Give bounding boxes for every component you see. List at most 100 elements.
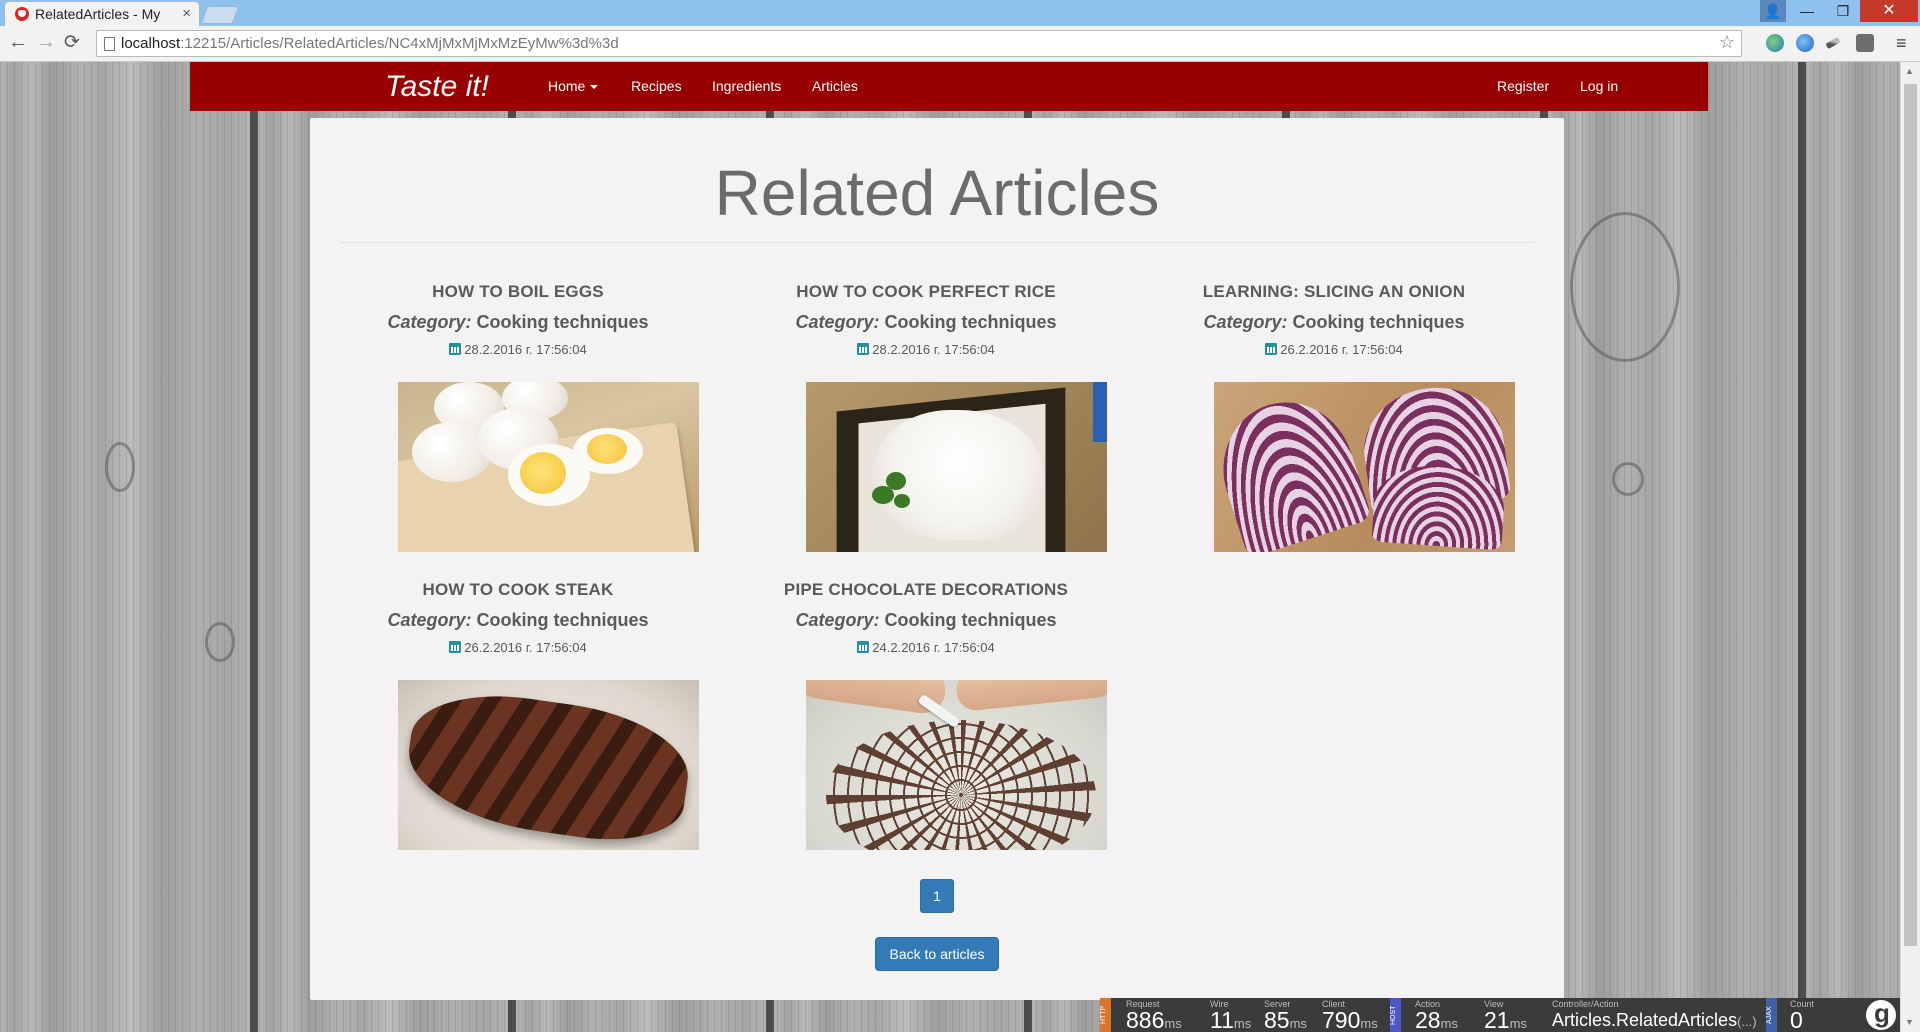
nav-ingredients[interactable]: Ingredients xyxy=(712,78,781,94)
date-value: 26.2.2016 г. 17:56:04 xyxy=(1280,342,1403,357)
date-value: 26.2.2016 г. 17:56:04 xyxy=(464,640,587,655)
article-title-link[interactable]: HOW TO COOK PERFECT RICE xyxy=(761,282,1091,304)
category-value: Cooking techniques xyxy=(476,610,649,630)
angular-extension-icon[interactable] xyxy=(1856,34,1874,52)
category-value: Cooking techniques xyxy=(476,312,649,332)
article-date: 24.2.2016 г. 17:56:04 xyxy=(761,640,1091,655)
steak-image[interactable] xyxy=(398,680,699,850)
scroll-up-icon[interactable]: ▲ xyxy=(1905,66,1914,76)
back-to-articles-button[interactable]: Back to articles xyxy=(875,937,999,971)
scroll-thumb[interactable] xyxy=(1904,84,1917,946)
article-card: HOW TO COOK PERFECT RICE Category: Cooki… xyxy=(761,282,1107,552)
user-profile-icon[interactable]: 👤 xyxy=(1760,0,1786,22)
server-metric[interactable]: Server 85ms xyxy=(1264,999,1307,1032)
globe-extension-icon[interactable] xyxy=(1766,34,1784,52)
steak-shape xyxy=(400,683,696,850)
browser-titlebar: RelatedArticles - My × 👤 — ❐ ✕ xyxy=(0,0,1920,26)
article-title-link[interactable]: LEARNING: SLICING AN ONION xyxy=(1169,282,1499,304)
boiled-eggs-image[interactable] xyxy=(398,382,699,552)
nav-register[interactable]: Register xyxy=(1497,78,1549,94)
blue-cloth-shape xyxy=(1093,382,1107,442)
nav-login[interactable]: Log in xyxy=(1580,78,1618,94)
category-label: Category: xyxy=(387,610,472,630)
content-panel: Related Articles HOW TO BOIL EGGS Catego… xyxy=(310,118,1564,1000)
article-date: 26.2.2016 г. 17:56:04 xyxy=(1169,342,1499,357)
minimize-icon[interactable]: — xyxy=(1790,0,1824,22)
count-value: 0 xyxy=(1790,1007,1803,1032)
calendar-icon xyxy=(1265,343,1278,355)
category-label: Category: xyxy=(387,312,472,332)
action-value: 28 xyxy=(1415,1007,1441,1032)
category-label: Category: xyxy=(795,610,880,630)
nav-home[interactable]: Home xyxy=(548,78,599,94)
bookmark-star-icon[interactable]: ☆ xyxy=(1719,32,1735,53)
article-title-link[interactable]: HOW TO BOIL EGGS xyxy=(353,282,683,304)
browser-menu-icon[interactable]: ≡ xyxy=(1896,33,1907,54)
glimpse-logo-icon[interactable] xyxy=(1866,998,1896,1030)
scroll-down-icon[interactable]: ▼ xyxy=(1905,1017,1914,1027)
pagination-page-1[interactable]: 1 xyxy=(920,879,954,913)
article-title-link[interactable]: HOW TO COOK STEAK xyxy=(353,580,683,602)
category-label: Category: xyxy=(1203,312,1288,332)
tab-close-icon[interactable]: × xyxy=(182,5,191,22)
title-divider xyxy=(340,242,1534,243)
date-value: 28.2.2016 г. 17:56:04 xyxy=(872,342,995,357)
article-card: LEARNING: SLICING AN ONION Category: Coo… xyxy=(1169,282,1515,552)
article-category: Category: Cooking techniques xyxy=(353,312,683,333)
ajax-tag: AJAX xyxy=(1766,998,1777,1032)
rice-image[interactable] xyxy=(806,382,1107,552)
yolk-shape xyxy=(587,434,627,464)
nav-articles[interactable]: Articles xyxy=(812,78,858,94)
request-metric[interactable]: Request 886ms xyxy=(1126,999,1182,1032)
controller-action-metric[interactable]: Controller/Action Articles.RelatedArticl… xyxy=(1552,999,1757,1031)
site-navbar: Taste it! Home Recipes Ingredients Artic… xyxy=(190,62,1708,111)
calendar-icon xyxy=(857,343,870,355)
wood-knot xyxy=(205,622,235,662)
article-category: Category: Cooking techniques xyxy=(761,610,1091,631)
nav-recipes[interactable]: Recipes xyxy=(631,78,682,94)
http-tag: HTTP xyxy=(1100,998,1111,1032)
client-unit: ms xyxy=(1360,1016,1378,1031)
eyedropper-extension-icon[interactable] xyxy=(1825,36,1841,50)
wood-knot xyxy=(1612,462,1644,496)
action-metric[interactable]: Action 28ms xyxy=(1415,999,1458,1032)
wire-metric[interactable]: Wire 11ms xyxy=(1210,999,1251,1032)
view-unit: ms xyxy=(1509,1016,1527,1031)
yolk-shape xyxy=(520,452,566,494)
client-metric[interactable]: Client 790ms xyxy=(1322,999,1378,1032)
nav-home-label: Home xyxy=(548,78,586,94)
article-title-link[interactable]: PIPE CHOCOLATE DECORATIONS xyxy=(761,580,1091,602)
site-brand[interactable]: Taste it! xyxy=(385,70,489,104)
view-value: 21 xyxy=(1484,1007,1510,1032)
wood-knot xyxy=(105,442,135,492)
category-label: Category: xyxy=(795,312,880,332)
article-date: 26.2.2016 г. 17:56:04 xyxy=(353,640,683,655)
back-arrow-icon[interactable]: ← xyxy=(8,31,28,54)
category-value: Cooking techniques xyxy=(1292,312,1465,332)
view-metric[interactable]: View 21ms xyxy=(1484,999,1527,1032)
reload-icon[interactable]: ⟳ xyxy=(64,31,80,54)
onion-image[interactable] xyxy=(1214,382,1515,552)
category-value: Cooking techniques xyxy=(884,610,1057,630)
host-tag: HOST xyxy=(1390,998,1401,1032)
parsley-shape xyxy=(894,494,910,508)
chocolate-decoration-image[interactable] xyxy=(806,680,1107,850)
tab-title: RelatedArticles - My xyxy=(35,6,161,22)
calendar-icon xyxy=(449,343,462,355)
site-favicon-icon xyxy=(15,7,29,21)
client-value: 790 xyxy=(1322,1007,1361,1032)
page-scrollbar[interactable]: ▲ ▼ xyxy=(1900,62,1920,1032)
forward-arrow-icon[interactable]: → xyxy=(36,31,56,54)
glimpse-bar: HTTP Request 886ms Wire 11ms Server 85ms… xyxy=(1100,998,1900,1032)
blue-extension-icon[interactable] xyxy=(1796,34,1814,52)
maximize-icon[interactable]: ❐ xyxy=(1826,0,1860,22)
address-bar[interactable]: localhost:12215/Articles/RelatedArticles… xyxy=(96,30,1742,57)
browser-tab[interactable]: RelatedArticles - My × xyxy=(4,1,200,26)
new-tab-button[interactable] xyxy=(200,6,240,24)
category-value: Cooking techniques xyxy=(884,312,1057,332)
hand-shape xyxy=(954,680,1107,713)
article-date: 28.2.2016 г. 17:56:04 xyxy=(761,342,1091,357)
ajax-count-metric[interactable]: Count 0 xyxy=(1790,999,1814,1032)
server-value: 85 xyxy=(1264,1007,1290,1032)
close-window-icon[interactable]: ✕ xyxy=(1860,0,1918,22)
